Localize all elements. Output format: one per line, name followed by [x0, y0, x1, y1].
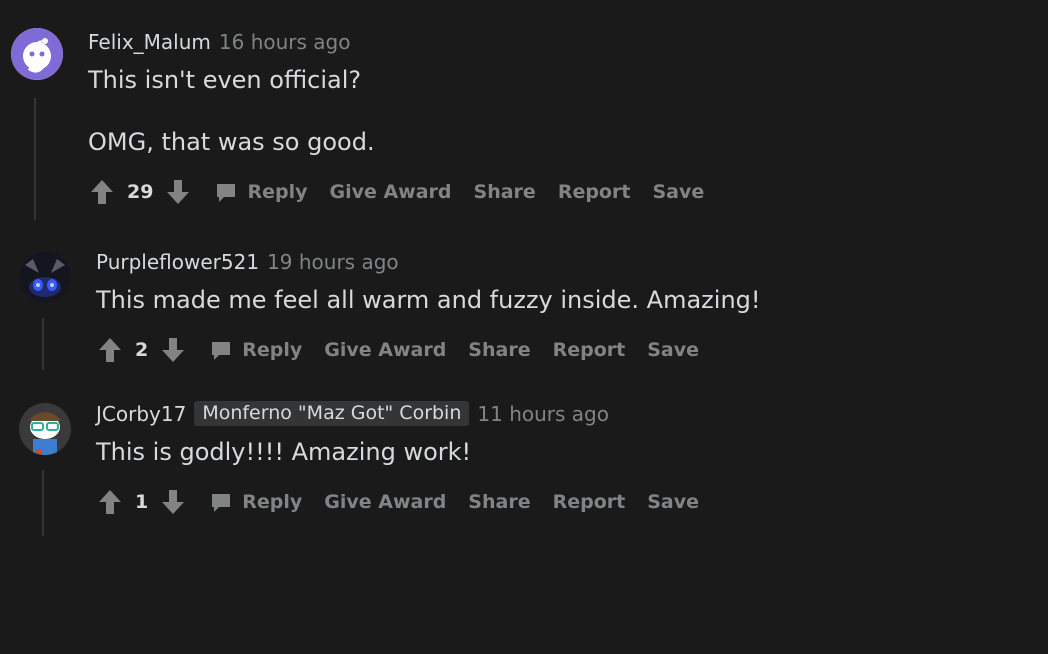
- thread-line[interactable]: [42, 470, 44, 536]
- comment-bubble-icon: [210, 491, 232, 513]
- comment-meta: JCorby17 Monferno "Maz Got" Corbin 11 ho…: [96, 401, 609, 426]
- report-button[interactable]: Report: [553, 491, 626, 513]
- comment-actions: 1 Reply Give Award Share Report Save: [97, 489, 699, 515]
- avatar[interactable]: [19, 403, 71, 455]
- vote-score: 1: [135, 491, 149, 513]
- snoo-glasses-avatar-icon: [19, 403, 71, 455]
- give-award-button[interactable]: Give Award: [324, 491, 446, 513]
- upvote-icon[interactable]: [97, 489, 123, 515]
- reply-button[interactable]: Reply: [210, 491, 302, 513]
- comment-body-line: This is godly!!!! Amazing work!: [96, 438, 472, 466]
- downvote-icon[interactable]: [160, 489, 186, 515]
- comment: JCorby17 Monferno "Maz Got" Corbin 11 ho…: [0, 0, 1048, 540]
- author-name[interactable]: JCorby17: [96, 402, 186, 426]
- user-flair: Monferno "Maz Got" Corbin: [194, 401, 470, 426]
- reply-label: Reply: [242, 491, 303, 513]
- share-button[interactable]: Share: [468, 491, 530, 513]
- timestamp[interactable]: 11 hours ago: [477, 402, 609, 426]
- save-button[interactable]: Save: [647, 491, 699, 513]
